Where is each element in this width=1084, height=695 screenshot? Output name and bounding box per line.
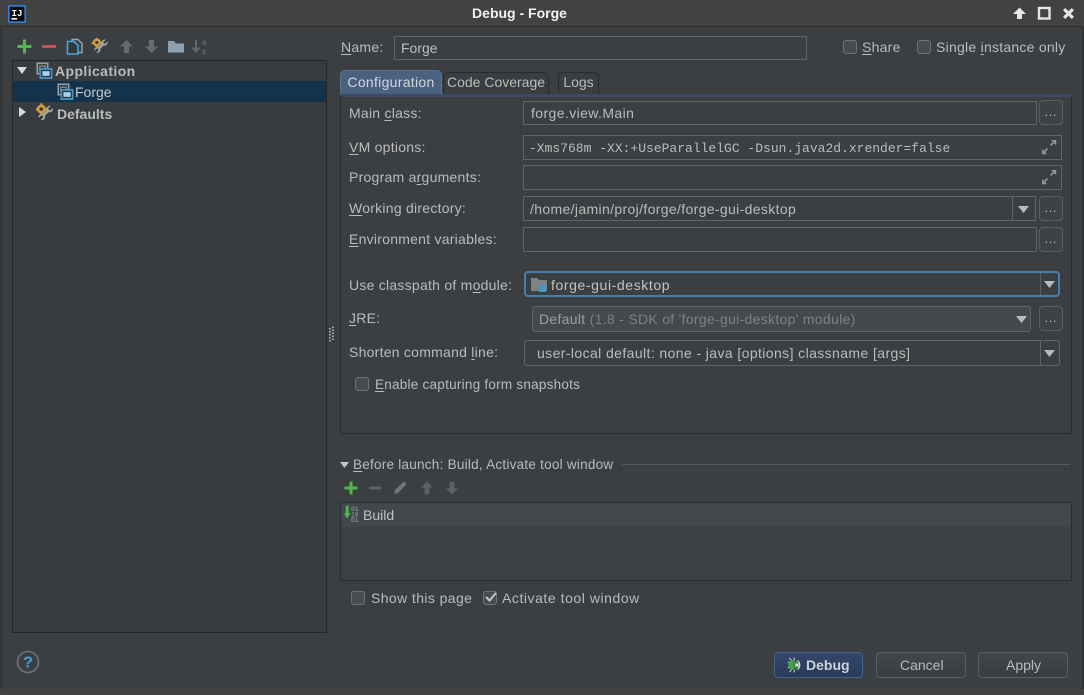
svg-text:01: 01 [351, 517, 359, 522]
svg-text:z: z [202, 47, 206, 55]
svg-text:IJ: IJ [12, 9, 23, 19]
svg-text:?: ? [23, 655, 33, 672]
svg-text:a: a [202, 38, 207, 47]
